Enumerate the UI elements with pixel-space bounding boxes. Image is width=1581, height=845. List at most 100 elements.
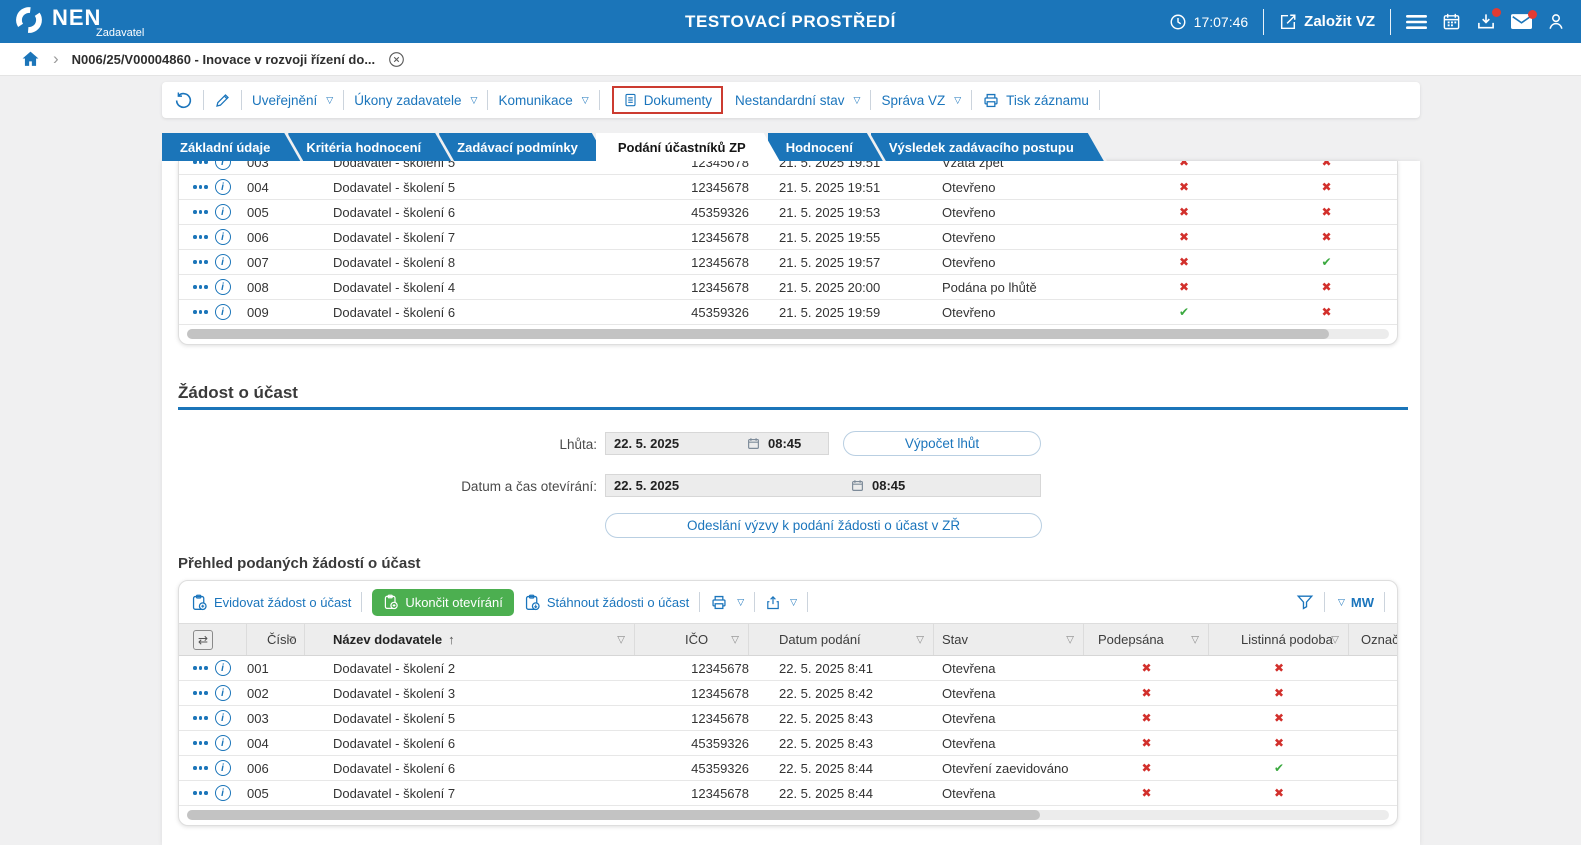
row-menu-icon[interactable] bbox=[193, 766, 208, 770]
calendar-icon[interactable] bbox=[747, 437, 760, 450]
info-icon[interactable]: i bbox=[215, 179, 231, 195]
info-icon[interactable]: i bbox=[215, 229, 231, 245]
filter-button[interactable] bbox=[1296, 593, 1314, 611]
column-dropdown-icon[interactable]: ▽ bbox=[617, 634, 625, 645]
row-menu-icon[interactable] bbox=[193, 791, 208, 795]
column-picker-icon[interactable]: ⇄ bbox=[193, 630, 213, 650]
info-icon[interactable]: i bbox=[215, 254, 231, 270]
table-row[interactable]: i005Dodavatel - školení 71234567822. 5. … bbox=[179, 781, 1397, 806]
col-oznaceni[interactable]: Označ bbox=[1349, 624, 1397, 655]
print-table-button[interactable]: ▽ bbox=[710, 594, 744, 611]
menu-dokumenty[interactable]: Dokumenty bbox=[623, 92, 712, 108]
table-row[interactable]: i005Dodavatel - školení 64535932621. 5. … bbox=[179, 200, 1397, 225]
menu-icon[interactable] bbox=[1406, 14, 1427, 30]
row-menu-icon[interactable] bbox=[193, 741, 208, 745]
evidovat-zadost-button[interactable]: Evidovat žádost o účast bbox=[191, 594, 351, 611]
send-invitation-button[interactable]: Odeslání výzvy k podání žádosti o účast … bbox=[605, 513, 1042, 538]
opening-date-value[interactable]: 22. 5. 2025 bbox=[614, 478, 679, 493]
row-menu-icon[interactable] bbox=[193, 310, 208, 314]
opening-time-value[interactable]: 08:45 bbox=[872, 478, 1032, 493]
vypocet-lhut-button[interactable]: Výpočet lhůt bbox=[843, 431, 1041, 456]
breadcrumb-item[interactable]: N006/25/V00004860 - Inovace v rozvoji ří… bbox=[72, 52, 375, 67]
column-dropdown-icon[interactable]: ▽ bbox=[731, 634, 739, 645]
table-row[interactable]: i001Dodavatel - školení 21234567822. 5. … bbox=[179, 656, 1397, 681]
tab-zadavaci-podminky[interactable]: Zadávací podmínky bbox=[439, 133, 608, 161]
table-row[interactable]: i004Dodavatel - školení 51234567821. 5. … bbox=[179, 175, 1397, 200]
table-row[interactable]: i008Dodavatel - školení 41234567821. 5. … bbox=[179, 275, 1397, 300]
table-row[interactable]: i002Dodavatel - školení 31234567822. 5. … bbox=[179, 681, 1397, 706]
edit-record-icon[interactable] bbox=[214, 92, 231, 109]
submissions-hscrollbar[interactable] bbox=[179, 325, 1397, 344]
messages-icon[interactable] bbox=[1511, 14, 1532, 29]
col-cislo[interactable]: Číslo ▽ bbox=[247, 624, 305, 655]
column-dropdown-icon[interactable]: ▽ bbox=[287, 634, 295, 645]
scrollbar-thumb[interactable] bbox=[187, 810, 1040, 820]
requests-hscrollbar[interactable] bbox=[179, 806, 1397, 825]
menu-komunikace[interactable]: Komunikace▽ bbox=[498, 93, 588, 108]
print-record-button[interactable]: Tisk záznamu bbox=[982, 92, 1089, 109]
tab-podani-ucastniku[interactable]: Podání účastníků ZP bbox=[596, 133, 780, 161]
col-podepsana[interactable]: Podepsána ▽ bbox=[1084, 624, 1209, 655]
row-menu-icon[interactable] bbox=[193, 210, 208, 214]
home-icon[interactable] bbox=[21, 50, 40, 68]
export-button[interactable]: ▽ bbox=[765, 594, 797, 611]
calendar-icon[interactable] bbox=[1442, 12, 1461, 31]
table-row[interactable]: i009Dodavatel - školení 64535932621. 5. … bbox=[179, 300, 1397, 325]
info-icon[interactable]: i bbox=[215, 279, 231, 295]
deadline-field[interactable]: 22. 5. 2025 08:45 bbox=[605, 432, 829, 455]
column-dropdown-icon[interactable]: ▽ bbox=[1331, 634, 1339, 645]
downloads-icon[interactable] bbox=[1476, 12, 1496, 31]
tab-vysledek[interactable]: Výsledek zadávacího postupu bbox=[871, 133, 1104, 161]
tab-zakladni-udaje[interactable]: Základní údaje bbox=[162, 133, 300, 161]
column-dropdown-icon[interactable]: ▽ bbox=[1066, 634, 1074, 645]
tab-kriteria-hodnoceni[interactable]: Kritéria hodnocení bbox=[288, 133, 451, 161]
col-listinna-podoba[interactable]: Listinná podoba ▽ bbox=[1209, 624, 1349, 655]
tab-hodnoceni[interactable]: Hodnocení bbox=[768, 133, 883, 161]
info-icon[interactable]: i bbox=[215, 304, 231, 320]
create-vz-button[interactable]: Založit VZ bbox=[1279, 13, 1375, 31]
table-row[interactable]: i007Dodavatel - školení 81234567821. 5. … bbox=[179, 250, 1397, 275]
menu-uverejneni[interactable]: Uveřejnění▽ bbox=[252, 93, 333, 108]
row-menu-icon[interactable] bbox=[193, 161, 208, 164]
row-menu-icon[interactable] bbox=[193, 235, 208, 239]
info-icon[interactable]: i bbox=[215, 204, 231, 220]
info-icon[interactable]: i bbox=[215, 660, 231, 676]
info-icon[interactable]: i bbox=[215, 735, 231, 751]
deadline-date-value[interactable]: 22. 5. 2025 bbox=[614, 436, 679, 451]
row-menu-icon[interactable] bbox=[193, 285, 208, 289]
column-dropdown-icon[interactable]: ▽ bbox=[1191, 634, 1199, 645]
info-icon[interactable]: i bbox=[215, 760, 231, 776]
menu-nestandardni-stav[interactable]: Nestandardní stav▽ bbox=[735, 93, 860, 108]
info-icon[interactable]: i bbox=[215, 785, 231, 801]
col-datum-podani[interactable]: Datum podání ▽ bbox=[749, 624, 934, 655]
table-row[interactable]: i004Dodavatel - školení 64535932622. 5. … bbox=[179, 731, 1397, 756]
ukoncit-otevirani-button[interactable]: Ukončit otevírání bbox=[372, 589, 514, 616]
nen-logo[interactable]: NEN Zadavatel bbox=[14, 5, 144, 39]
stahnout-zadosti-button[interactable]: Stáhnout žádosti o účast bbox=[524, 594, 689, 611]
close-tab-icon[interactable] bbox=[388, 51, 405, 68]
table-row[interactable]: i006Dodavatel - školení 71234567821. 5. … bbox=[179, 225, 1397, 250]
info-icon[interactable]: i bbox=[215, 685, 231, 701]
col-ico[interactable]: IČO ▽ bbox=[635, 624, 749, 655]
info-icon[interactable]: i bbox=[215, 161, 231, 170]
scrollbar-thumb[interactable] bbox=[187, 329, 1329, 339]
row-menu-icon[interactable] bbox=[193, 691, 208, 695]
row-menu-icon[interactable] bbox=[193, 185, 208, 189]
menu-sprava-vz[interactable]: Správa VZ▽ bbox=[881, 93, 961, 108]
info-icon[interactable]: i bbox=[215, 710, 231, 726]
menu-ukony-zadavatele[interactable]: Úkony zadavatele▽ bbox=[354, 93, 477, 108]
table-row[interactable]: i006Dodavatel - školení 64535932622. 5. … bbox=[179, 756, 1397, 781]
column-dropdown-icon[interactable]: ▽ bbox=[916, 634, 924, 645]
row-menu-icon[interactable] bbox=[193, 260, 208, 264]
col-stav[interactable]: Stav ▽ bbox=[934, 624, 1084, 655]
row-menu-icon[interactable] bbox=[193, 716, 208, 720]
table-row[interactable]: i003Dodavatel - školení 51234567821. 5. … bbox=[179, 161, 1397, 175]
deadline-time-value[interactable]: 08:45 bbox=[768, 436, 820, 451]
table-row[interactable]: i003Dodavatel - školení 51234567822. 5. … bbox=[179, 706, 1397, 731]
mw-view-button[interactable]: ▽ MW bbox=[1335, 595, 1374, 610]
calendar-icon[interactable] bbox=[851, 479, 864, 492]
history-icon[interactable] bbox=[174, 91, 193, 110]
row-menu-icon[interactable] bbox=[193, 666, 208, 670]
col-nazev-dodavatele[interactable]: Název dodavatele ↑ ▽ bbox=[305, 624, 635, 655]
user-icon[interactable] bbox=[1547, 12, 1565, 31]
